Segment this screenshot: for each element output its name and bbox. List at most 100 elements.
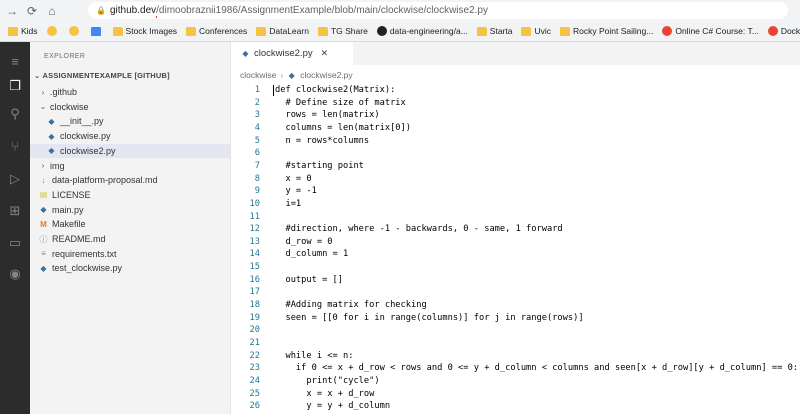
bookmark-icon xyxy=(90,26,101,36)
code-line: 26 y = y + d_column xyxy=(231,400,800,413)
line-number: 13 xyxy=(249,236,260,247)
tree-item[interactable]: ↓ data-platform-proposal.md xyxy=(30,173,230,187)
code-line: 10 i=1 xyxy=(231,198,800,211)
tree-item-label: LICENSE xyxy=(52,189,91,200)
bookmark-label: Docke xyxy=(780,26,800,36)
tree-item[interactable]: ≡ requirements.txt xyxy=(30,247,230,261)
tree-item-label: .github xyxy=(50,87,78,97)
close-icon[interactable]: ✕ xyxy=(321,48,329,59)
extensions-icon[interactable]: ⊞ xyxy=(7,203,23,219)
tree-item-label: requirements.txt xyxy=(52,248,117,259)
tree-item[interactable]: ◆ main.py xyxy=(30,203,230,217)
python-file-icon: ◆ xyxy=(288,70,295,80)
bookmark-label: Conferences xyxy=(199,26,248,36)
address-bar[interactable]: 🔒 github.dev /dimoobraznii1986/Assignmen… xyxy=(88,2,788,19)
source-control-icon[interactable]: ⑂ xyxy=(7,139,23,155)
tree-item[interactable]: ◆ clockwise2.py xyxy=(30,143,230,158)
code-line: 12 #direction, where -1 - backwards, 0 -… xyxy=(231,223,800,236)
breadcrumb-folder[interactable]: clockwise xyxy=(240,70,276,80)
activity-bar: ≡ ❐ ⚲ ⑂ ▷ ⊞ ▭ ◉ xyxy=(0,42,30,414)
emoji-icon xyxy=(68,26,79,36)
line-number: 24 xyxy=(249,375,260,386)
code-text: seen = [[0 for i in range(columns)] for … xyxy=(275,312,584,323)
text-file-icon: ≡ xyxy=(41,249,46,259)
code-text: #direction, where -1 - backwards, 0 - sa… xyxy=(275,224,563,235)
tree-item[interactable]: M Makefile xyxy=(30,217,230,231)
folder-icon xyxy=(521,26,532,36)
code-line: 9 y = -1 xyxy=(231,185,800,198)
bookmark-item[interactable]: Docke xyxy=(767,26,800,36)
repo-name: ASSIGNMENTEXAMPLE [GITHUB] xyxy=(42,71,170,80)
line-number: 15 xyxy=(249,262,260,273)
code-text: y = y + d_column xyxy=(275,401,391,412)
tree-item[interactable]: ▤ LICENSE xyxy=(30,188,230,202)
tree-item[interactable]: ◆ test_clockwise.py xyxy=(30,261,230,275)
code-text: i=1 xyxy=(275,198,302,209)
bookmark-label: data-engineering/a... xyxy=(389,26,468,36)
code-text: output = [] xyxy=(275,274,343,285)
code-line: 11 xyxy=(231,211,800,224)
bookmark-label: Kids xyxy=(21,26,38,36)
code-line: 1 def clockwise2(Matrix): xyxy=(231,84,800,97)
code-line: 14 d_column = 1 xyxy=(231,248,800,261)
bookmark-item[interactable]: Online C# Course: T... xyxy=(662,26,759,36)
code-line: 16 output = [] xyxy=(231,274,800,287)
code-line: 25 x = x + d_row xyxy=(231,388,800,401)
bookmark-item[interactable]: Stock Images xyxy=(112,26,178,36)
tree-item[interactable]: ⌄ clockwise xyxy=(30,100,230,114)
repo-header[interactable]: ⌄ ASSIGNMENTEXAMPLE [GITHUB] xyxy=(34,71,170,80)
explorer-icon[interactable]: ❐ xyxy=(7,78,23,94)
bookmark-item[interactable]: Rocky Point Sailing... xyxy=(560,26,653,36)
tree-item[interactable]: ⓘ README.md xyxy=(30,232,230,246)
bookmark-item[interactable]: data-engineering/a... xyxy=(376,26,468,36)
code-text: #starting point xyxy=(275,160,364,171)
tree-item[interactable]: › .github xyxy=(30,85,230,99)
folder-icon xyxy=(8,26,18,36)
github-icon[interactable]: ◉ xyxy=(7,266,23,282)
tree-item[interactable]: ◆ __init__.py xyxy=(30,114,230,128)
line-number: 22 xyxy=(249,350,260,361)
code-line: 3 rows = len(matrix) xyxy=(231,109,800,122)
bookmark-item[interactable] xyxy=(68,26,82,36)
code-line: 4 columns = len(matrix[0]) xyxy=(231,122,800,135)
reload-icon[interactable]: ⟳ xyxy=(24,3,40,19)
bookmark-label: DataLearn xyxy=(269,26,309,36)
breadcrumb-file[interactable]: clockwise2.py xyxy=(300,70,352,80)
tree-item-label: test_clockwise.py xyxy=(52,263,123,274)
bookmark-item[interactable]: Kids xyxy=(8,26,38,36)
bookmark-item[interactable]: Uvic xyxy=(521,26,551,36)
code-line: 2 # Define size of matrix xyxy=(231,97,800,110)
folder-icon xyxy=(112,26,123,36)
line-number: 26 xyxy=(249,401,260,412)
remote-explorer-icon[interactable]: ▭ xyxy=(7,235,23,251)
tree-item-label: README.md xyxy=(52,234,106,244)
search-icon[interactable]: ⚲ xyxy=(7,106,23,122)
code-text: rows = len(matrix) xyxy=(275,110,380,121)
bookmark-label: Stock Images xyxy=(125,26,178,36)
bookmark-item[interactable]: Starta xyxy=(476,26,512,36)
bookmark-label: Uvic xyxy=(534,26,552,36)
code-text: d_column = 1 xyxy=(275,249,349,260)
bookmark-item[interactable]: TG Share xyxy=(317,26,368,36)
code-line: 19 seen = [[0 for i in range(columns)] f… xyxy=(231,312,800,325)
bookmark-item[interactable] xyxy=(46,26,60,36)
menu-icon[interactable]: ≡ xyxy=(7,54,23,70)
bookmark-item[interactable] xyxy=(90,26,104,36)
code-line: 7 #starting point xyxy=(231,160,800,173)
folder-icon xyxy=(560,26,571,36)
browser-toolbar: → ⟳ ⌂ 🔒 github.dev /dimoobraznii1986/Ass… xyxy=(0,0,800,21)
forward-icon[interactable]: → xyxy=(4,3,20,19)
code-text: n = rows*columns xyxy=(275,135,370,146)
tab-clockwise2[interactable]: ◆ clockwise2.py ✕ xyxy=(231,42,353,65)
python-file-icon: ◆ xyxy=(48,116,55,126)
home-icon[interactable]: ⌂ xyxy=(44,3,60,19)
line-number: 12 xyxy=(249,224,260,235)
line-number: 11 xyxy=(249,211,260,222)
tree-item[interactable]: ◆ clockwise.py xyxy=(30,129,230,143)
code-line: 15 xyxy=(231,261,800,274)
tab-bar: ◆ clockwise2.py ✕ xyxy=(231,42,800,65)
run-debug-icon[interactable]: ▷ xyxy=(7,171,23,187)
bookmark-item[interactable]: Conferences xyxy=(186,26,247,36)
tree-item[interactable]: › img xyxy=(30,159,230,173)
bookmark-item[interactable]: DataLearn xyxy=(256,26,309,36)
